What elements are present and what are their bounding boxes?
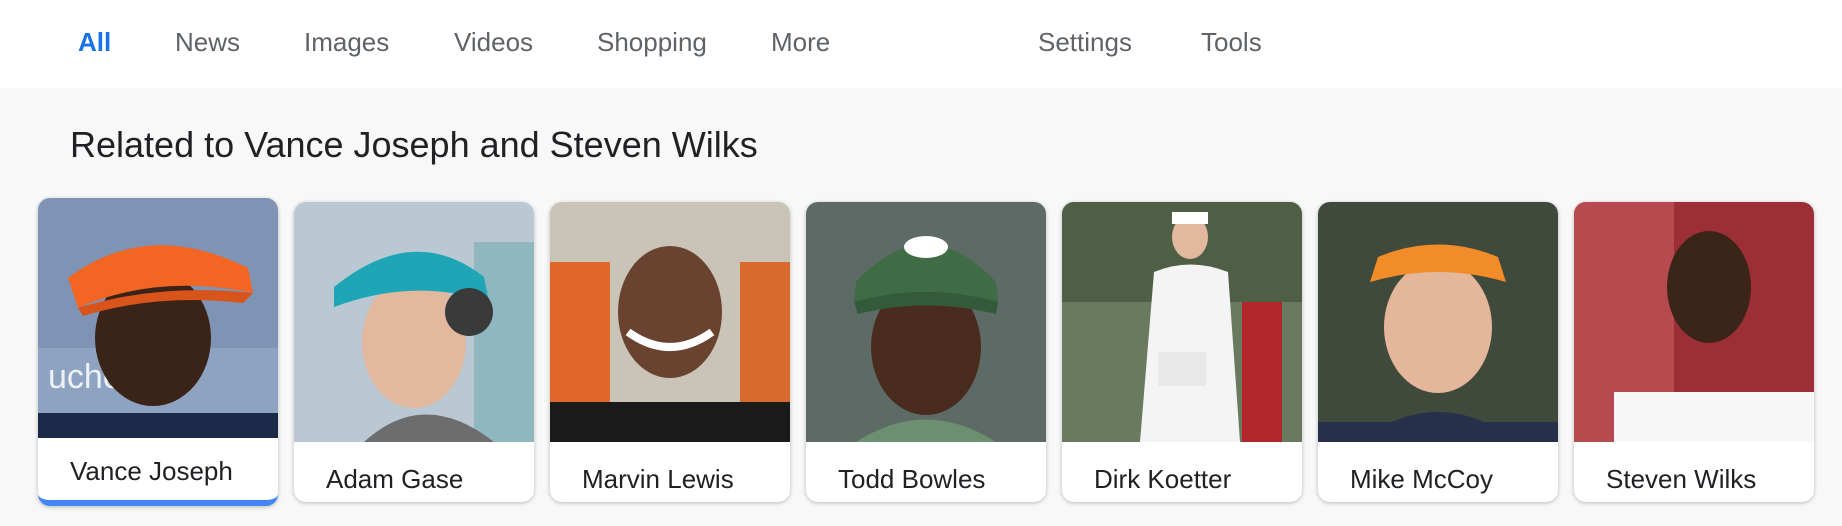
person-name: Mike McCoy bbox=[1350, 464, 1494, 494]
related-heading: Related to Vance Joseph and Steven Wilks bbox=[70, 124, 758, 165]
tab-all[interactable]: All bbox=[78, 27, 111, 58]
person-name: Dirk Koetter bbox=[1094, 464, 1232, 494]
person-card-todd-bowles[interactable]: Todd Bowles bbox=[806, 202, 1046, 502]
person-photo bbox=[1574, 202, 1814, 442]
person-name: Marvin Lewis bbox=[582, 464, 734, 494]
person-photo bbox=[1062, 202, 1302, 442]
person-photo bbox=[294, 202, 534, 442]
person-card-dirk-koetter[interactable]: Dirk Koetter bbox=[1062, 202, 1302, 502]
person-photo bbox=[1318, 202, 1558, 442]
person-card-mike-mccoy[interactable]: Mike McCoy bbox=[1318, 202, 1558, 502]
person-card-marvin-lewis[interactable]: Marvin Lewis bbox=[550, 202, 790, 502]
tab-news[interactable]: News bbox=[175, 27, 240, 58]
person-photo bbox=[806, 202, 1046, 442]
person-photo: uche bbox=[38, 198, 278, 438]
person-name: Steven Wilks bbox=[1606, 464, 1757, 494]
person-photo bbox=[550, 202, 790, 442]
tab-shopping[interactable]: Shopping bbox=[597, 27, 707, 58]
tab-tools[interactable]: Tools bbox=[1201, 27, 1262, 58]
search-tabs-bar: All News Images Videos Shopping More Set… bbox=[0, 0, 1842, 88]
person-name: Adam Gase bbox=[326, 464, 464, 494]
person-card-steven-wilks[interactable]: Steven Wilks bbox=[1574, 202, 1814, 502]
tab-more[interactable]: More bbox=[771, 27, 830, 58]
tab-videos[interactable]: Videos bbox=[454, 27, 533, 58]
tab-settings[interactable]: Settings bbox=[1038, 27, 1132, 58]
person-name: Todd Bowles bbox=[838, 464, 986, 494]
tab-images[interactable]: Images bbox=[304, 27, 389, 58]
person-card-adam-gase[interactable]: Adam Gase bbox=[294, 202, 534, 502]
person-card-vance-joseph[interactable]: uche Vance Joseph bbox=[38, 198, 278, 506]
person-name: Vance Joseph bbox=[70, 456, 233, 486]
